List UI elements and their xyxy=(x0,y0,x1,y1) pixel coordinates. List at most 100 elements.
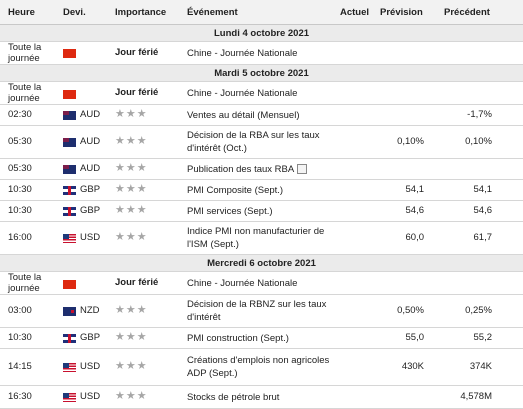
header-previous[interactable]: Précédent xyxy=(444,7,490,18)
table-header: Heure Devi. Importance Événement Actuel … xyxy=(0,0,523,25)
previous-value: 55,2 xyxy=(473,332,493,343)
event-time: 14:15 xyxy=(8,361,32,372)
us-flag-icon xyxy=(63,233,76,243)
forecast-value: 55,0 xyxy=(405,332,425,343)
importance-stars: ★★★ xyxy=(115,204,148,216)
uk-flag-icon xyxy=(63,185,76,195)
event-currency: AUD xyxy=(80,136,101,147)
table-row[interactable]: 02:30 AUD ★★★ Ventes au détail (Mensuel)… xyxy=(0,105,523,126)
table-row[interactable]: Toute la journée Jour férié Chine - Jour… xyxy=(0,82,523,105)
event-currency: AUD xyxy=(80,109,101,120)
new-zealand-flag-icon xyxy=(63,306,76,316)
event-currency: USD xyxy=(80,391,101,402)
event-time: 10:30 xyxy=(8,332,32,343)
table-row[interactable]: 10:30 GBP ★★★ PMI construction (Sept.) 5… xyxy=(0,328,523,349)
event-name[interactable]: Indice PMI non manufacturier de l'ISM (S… xyxy=(187,225,337,251)
australia-flag-icon xyxy=(63,110,76,120)
table-row[interactable]: Toute la journée Jour férié Chine - Jour… xyxy=(0,42,523,65)
importance-stars: ★★★ xyxy=(115,231,148,243)
importance-stars: ★★★ xyxy=(115,331,148,343)
holiday-label: Jour férié xyxy=(115,47,159,58)
table-row[interactable]: 03:00 NZD ★★★ Décision de la RBNZ sur le… xyxy=(0,295,523,328)
table-row[interactable]: 16:30 USD ★★★ Stocks de pétrole brut 4,5… xyxy=(0,386,523,409)
day-header: Lundi 4 octobre 2021 xyxy=(0,25,523,42)
table-row[interactable]: 14:15 USD ★★★ Créations d'emplois non ag… xyxy=(0,349,523,386)
previous-value: 54,1 xyxy=(473,184,493,195)
uk-flag-icon xyxy=(63,206,76,216)
header-importance[interactable]: Importance xyxy=(115,7,166,18)
forecast-value: 54,1 xyxy=(405,184,425,195)
event-name[interactable]: Publication des taux RBA xyxy=(187,164,294,175)
header-time[interactable]: Heure xyxy=(8,7,35,18)
previous-value: 0,10% xyxy=(465,136,492,147)
table-row[interactable]: Toute la journée Jour férié Chine - Jour… xyxy=(0,272,523,295)
previous-value: 374K xyxy=(469,361,492,372)
previous-value: 54,6 xyxy=(473,205,493,216)
table-row[interactable]: 10:30 GBP ★★★ PMI services (Sept.) 54,6 … xyxy=(0,201,523,222)
header-event[interactable]: Événement xyxy=(187,7,238,18)
event-time: 16:30 xyxy=(8,391,32,402)
event-name[interactable]: Stocks de pétrole brut xyxy=(187,391,337,404)
event-time: 10:30 xyxy=(8,205,32,216)
importance-stars: ★★★ xyxy=(115,135,148,147)
event-time: Toute la journée xyxy=(8,272,42,294)
importance-stars: ★★★ xyxy=(115,360,148,372)
event-name[interactable]: Décision de la RBA sur les taux d'intérê… xyxy=(187,129,337,155)
forecast-value: 430K xyxy=(401,361,424,372)
event-name[interactable]: Chine - Journée Nationale xyxy=(187,47,337,60)
event-time: 05:30 xyxy=(8,136,32,147)
event-currency: USD xyxy=(80,232,101,243)
forecast-value: 54,6 xyxy=(405,205,425,216)
china-flag-icon xyxy=(63,48,76,58)
event-name[interactable]: Chine - Journée Nationale xyxy=(187,87,337,100)
event-name[interactable]: Créations d'emplois non agricoles ADP (S… xyxy=(187,354,337,380)
day-title: Mercredi 6 octobre 2021 xyxy=(207,258,316,269)
event-currency: GBP xyxy=(80,184,101,195)
day-header: Mercredi 6 octobre 2021 xyxy=(0,255,523,272)
day-title: Mardi 5 octobre 2021 xyxy=(214,68,309,79)
previous-value: 4,578M xyxy=(460,391,492,402)
event-time: Toute la journée xyxy=(8,82,42,104)
us-flag-icon xyxy=(63,362,76,372)
table-row[interactable]: 05:30 AUD ★★★ Publication des taux RBA xyxy=(0,159,523,180)
header-forecast[interactable]: Prévision xyxy=(380,7,423,18)
header-currency[interactable]: Devi. xyxy=(63,7,86,18)
header-actual[interactable]: Actuel xyxy=(340,7,369,18)
importance-stars: ★★★ xyxy=(115,304,148,316)
event-currency: GBP xyxy=(80,332,101,343)
event-name[interactable]: PMI construction (Sept.) xyxy=(187,332,337,345)
event-currency: AUD xyxy=(80,163,101,174)
importance-stars: ★★★ xyxy=(115,108,148,120)
table-row[interactable]: 16:00 USD ★★★ Indice PMI non manufacturi… xyxy=(0,222,523,255)
event-currency: NZD xyxy=(80,305,100,316)
event-name[interactable]: Chine - Journée Nationale xyxy=(187,277,337,290)
event-time: 03:00 xyxy=(8,305,32,316)
day-title: Lundi 4 octobre 2021 xyxy=(213,28,310,39)
previous-value: 61,7 xyxy=(473,232,493,243)
previous-value: 0,25% xyxy=(465,305,492,316)
event-name-cell[interactable]: Publication des taux RBA xyxy=(187,163,347,176)
table-row[interactable]: 05:30 AUD ★★★ Décision de la RBA sur les… xyxy=(0,126,523,159)
forecast-value: 0,50% xyxy=(397,305,424,316)
event-name[interactable]: PMI Composite (Sept.) xyxy=(187,184,337,197)
importance-stars: ★★★ xyxy=(115,390,148,402)
holiday-label: Jour férié xyxy=(115,277,159,288)
event-name[interactable]: PMI services (Sept.) xyxy=(187,205,337,218)
economic-calendar: Heure Devi. Importance Événement Actuel … xyxy=(0,0,523,409)
event-currency: GBP xyxy=(80,205,101,216)
event-currency: USD xyxy=(80,361,101,372)
event-time: 16:00 xyxy=(8,232,32,243)
importance-stars: ★★★ xyxy=(115,162,148,174)
china-flag-icon xyxy=(63,89,76,99)
forecast-value: 0,10% xyxy=(397,136,424,147)
day-header: Mardi 5 octobre 2021 xyxy=(0,65,523,82)
event-name[interactable]: Décision de la RBNZ sur les taux d'intér… xyxy=(187,298,337,324)
previous-value: -1,7% xyxy=(467,109,492,120)
us-flag-icon xyxy=(63,392,76,402)
australia-flag-icon xyxy=(63,164,76,174)
document-icon[interactable] xyxy=(297,164,308,175)
event-time: 05:30 xyxy=(8,163,32,174)
holiday-label: Jour férié xyxy=(115,87,159,98)
table-row[interactable]: 10:30 GBP ★★★ PMI Composite (Sept.) 54,1… xyxy=(0,180,523,201)
event-name[interactable]: Ventes au détail (Mensuel) xyxy=(187,109,337,122)
